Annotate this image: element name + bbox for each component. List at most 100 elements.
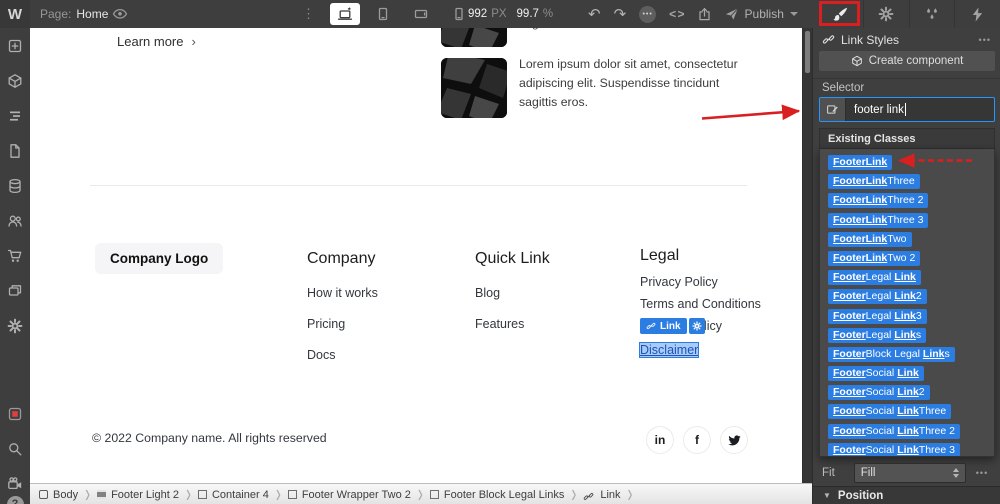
matched-term: Footer (833, 386, 866, 399)
class-pill[interactable]: Footer Link Three 3 (828, 212, 929, 228)
link-badge-pill[interactable]: Link (640, 318, 687, 334)
publish-button[interactable]: Publish (725, 7, 798, 22)
pages-icon[interactable] (0, 133, 30, 168)
selector-value: footer link (854, 103, 904, 116)
breakpoint-tablet[interactable] (364, 0, 402, 28)
matched-term: Link (894, 271, 916, 284)
breadcrumb-item[interactable]: Body (30, 484, 87, 504)
style-panel-button[interactable] (818, 0, 863, 28)
matched-term: Footer (833, 424, 866, 437)
company-logo[interactable]: Company Logo (95, 243, 224, 274)
footer-column-title: Quick Link (475, 250, 550, 267)
class-pill[interactable]: Footer Block Legal Links (828, 346, 955, 362)
matched-term: Link (865, 156, 888, 168)
twitter-icon[interactable] (720, 426, 748, 454)
more-vertical-icon[interactable]: ⋮ (302, 0, 315, 28)
learn-more-link[interactable]: Learn more › (117, 34, 196, 49)
lorem-line: sagittis eros. (519, 94, 589, 109)
footer-link[interactable]: How it works (307, 286, 378, 300)
class-pill[interactable]: Footer Link Three 2 (828, 193, 929, 209)
footer-link[interactable]: Disclaimer (638, 342, 700, 358)
ecommerce-cart-icon[interactable] (0, 238, 30, 273)
link-icon (583, 490, 595, 499)
footer-link[interactable]: Blog (475, 286, 550, 300)
preview-eye-icon[interactable] (112, 6, 128, 22)
class-pill[interactable]: Footer Link (828, 155, 893, 170)
matched-term: Footer (833, 213, 866, 226)
class-pill[interactable]: Footer Legal Links (828, 327, 927, 343)
chevron-down-icon (789, 11, 798, 16)
settings-panel-button[interactable] (862, 0, 909, 28)
class-pill[interactable]: Footer Social Link Three (828, 404, 952, 420)
class-pill[interactable]: Footer Link Two 2 (828, 250, 921, 266)
class-pill[interactable]: Footer Social Link (828, 366, 924, 382)
search-icon[interactable] (0, 433, 30, 465)
breadcrumb-item[interactable]: Container 4 (189, 484, 278, 504)
create-component-button[interactable]: Create component (819, 51, 995, 71)
chain-icon (822, 33, 835, 46)
interactions-panel-button[interactable] (908, 0, 955, 28)
breadcrumb-item[interactable]: Footer Wrapper Two 2 (279, 484, 420, 504)
breadcrumb-item[interactable]: Link (574, 484, 629, 504)
fit-select[interactable]: Fill (853, 463, 966, 483)
export-icon[interactable] (697, 6, 712, 21)
breadcrumb-separator: › (627, 483, 633, 504)
position-section-header[interactable]: ▼ Position (813, 486, 1000, 504)
footer-link[interactable]: Privacy Policy (640, 275, 761, 289)
cms-database-icon[interactable] (0, 168, 30, 203)
footer-link[interactable]: Pricing (307, 317, 378, 331)
assets-icon[interactable] (0, 273, 30, 308)
quick-actions-button[interactable] (954, 0, 1000, 28)
fit-menu-icon[interactable]: ••• (976, 468, 988, 478)
class-pill[interactable]: Footer Legal Link 3 (828, 308, 927, 324)
footer-link[interactable]: Features (475, 317, 550, 331)
class-pill[interactable]: Footer Link Two (828, 231, 912, 247)
footer-divider (90, 185, 747, 186)
help-icon[interactable]: ? (0, 485, 30, 504)
users-icon[interactable] (0, 203, 30, 238)
link-badge-settings[interactable] (688, 318, 705, 334)
selector-input[interactable]: footer link (819, 97, 995, 122)
scrollbar-thumb[interactable] (805, 31, 810, 73)
design-canvas: sagittis eros. Learn more› Lorem ipsum d… (30, 28, 802, 483)
class-pill[interactable]: Footer Legal Link (828, 270, 921, 286)
lorem-line: adipiscing elit. Suspendisse tincidunt (519, 75, 720, 90)
matched-term: Link (865, 194, 888, 207)
footer-link[interactable]: Terms and Conditions (640, 297, 761, 311)
footer-column-title: Company (307, 250, 376, 267)
add-elements-icon[interactable] (0, 28, 30, 63)
panel-menu-icon[interactable]: ••• (979, 35, 991, 45)
code-icon[interactable]: < > (669, 7, 684, 21)
class-pill[interactable]: Footer Legal Link 2 (828, 289, 927, 305)
project-settings-icon[interactable] (0, 308, 30, 343)
more-circle-icon[interactable]: ••• (639, 5, 657, 23)
page-switcher[interactable]: Page: Home (40, 0, 108, 28)
breadcrumb-item[interactable]: Footer Block Legal Links (421, 484, 573, 504)
undo-icon[interactable]: ↶ (588, 7, 601, 22)
chevron-right-icon: › (191, 34, 196, 49)
navigator-icon[interactable] (0, 98, 30, 133)
placeholder-image[interactable] (441, 58, 507, 118)
placeholder-image-clipped[interactable] (441, 28, 507, 47)
webflow-logo[interactable]: W (0, 0, 30, 28)
breakpoint-desktop[interactable] (326, 0, 364, 28)
matched-term: Footer (833, 271, 866, 284)
panel-header: Link Styles ••• (813, 28, 1000, 51)
redo-icon[interactable]: ↷ (614, 7, 627, 22)
footer-link[interactable]: Docs (307, 348, 378, 362)
components-icon[interactable] (0, 63, 30, 98)
zoom-unit: % (542, 8, 554, 20)
class-pill[interactable]: Footer Link Three (828, 174, 920, 190)
matched-term: Footer (833, 232, 866, 245)
class-pill[interactable]: Footer Social Link 2 (828, 385, 930, 401)
facebook-icon[interactable]: f (683, 426, 711, 454)
copyright-text: © 2022 Company name. All rights reserved (92, 431, 327, 445)
canvas-dimensions[interactable]: 992 PX 99.7 % (468, 0, 553, 28)
matched-term: Footer (833, 309, 866, 322)
class-pill[interactable]: Footer Social Link Three 3 (828, 442, 960, 456)
linkedin-icon[interactable]: in (646, 426, 674, 454)
record-icon[interactable] (0, 398, 30, 430)
breadcrumb-item[interactable]: Footer Light 2 (88, 484, 188, 504)
breakpoint-tablet-landscape[interactable] (402, 0, 440, 28)
class-pill[interactable]: Footer Social Link Three 2 (828, 423, 960, 439)
